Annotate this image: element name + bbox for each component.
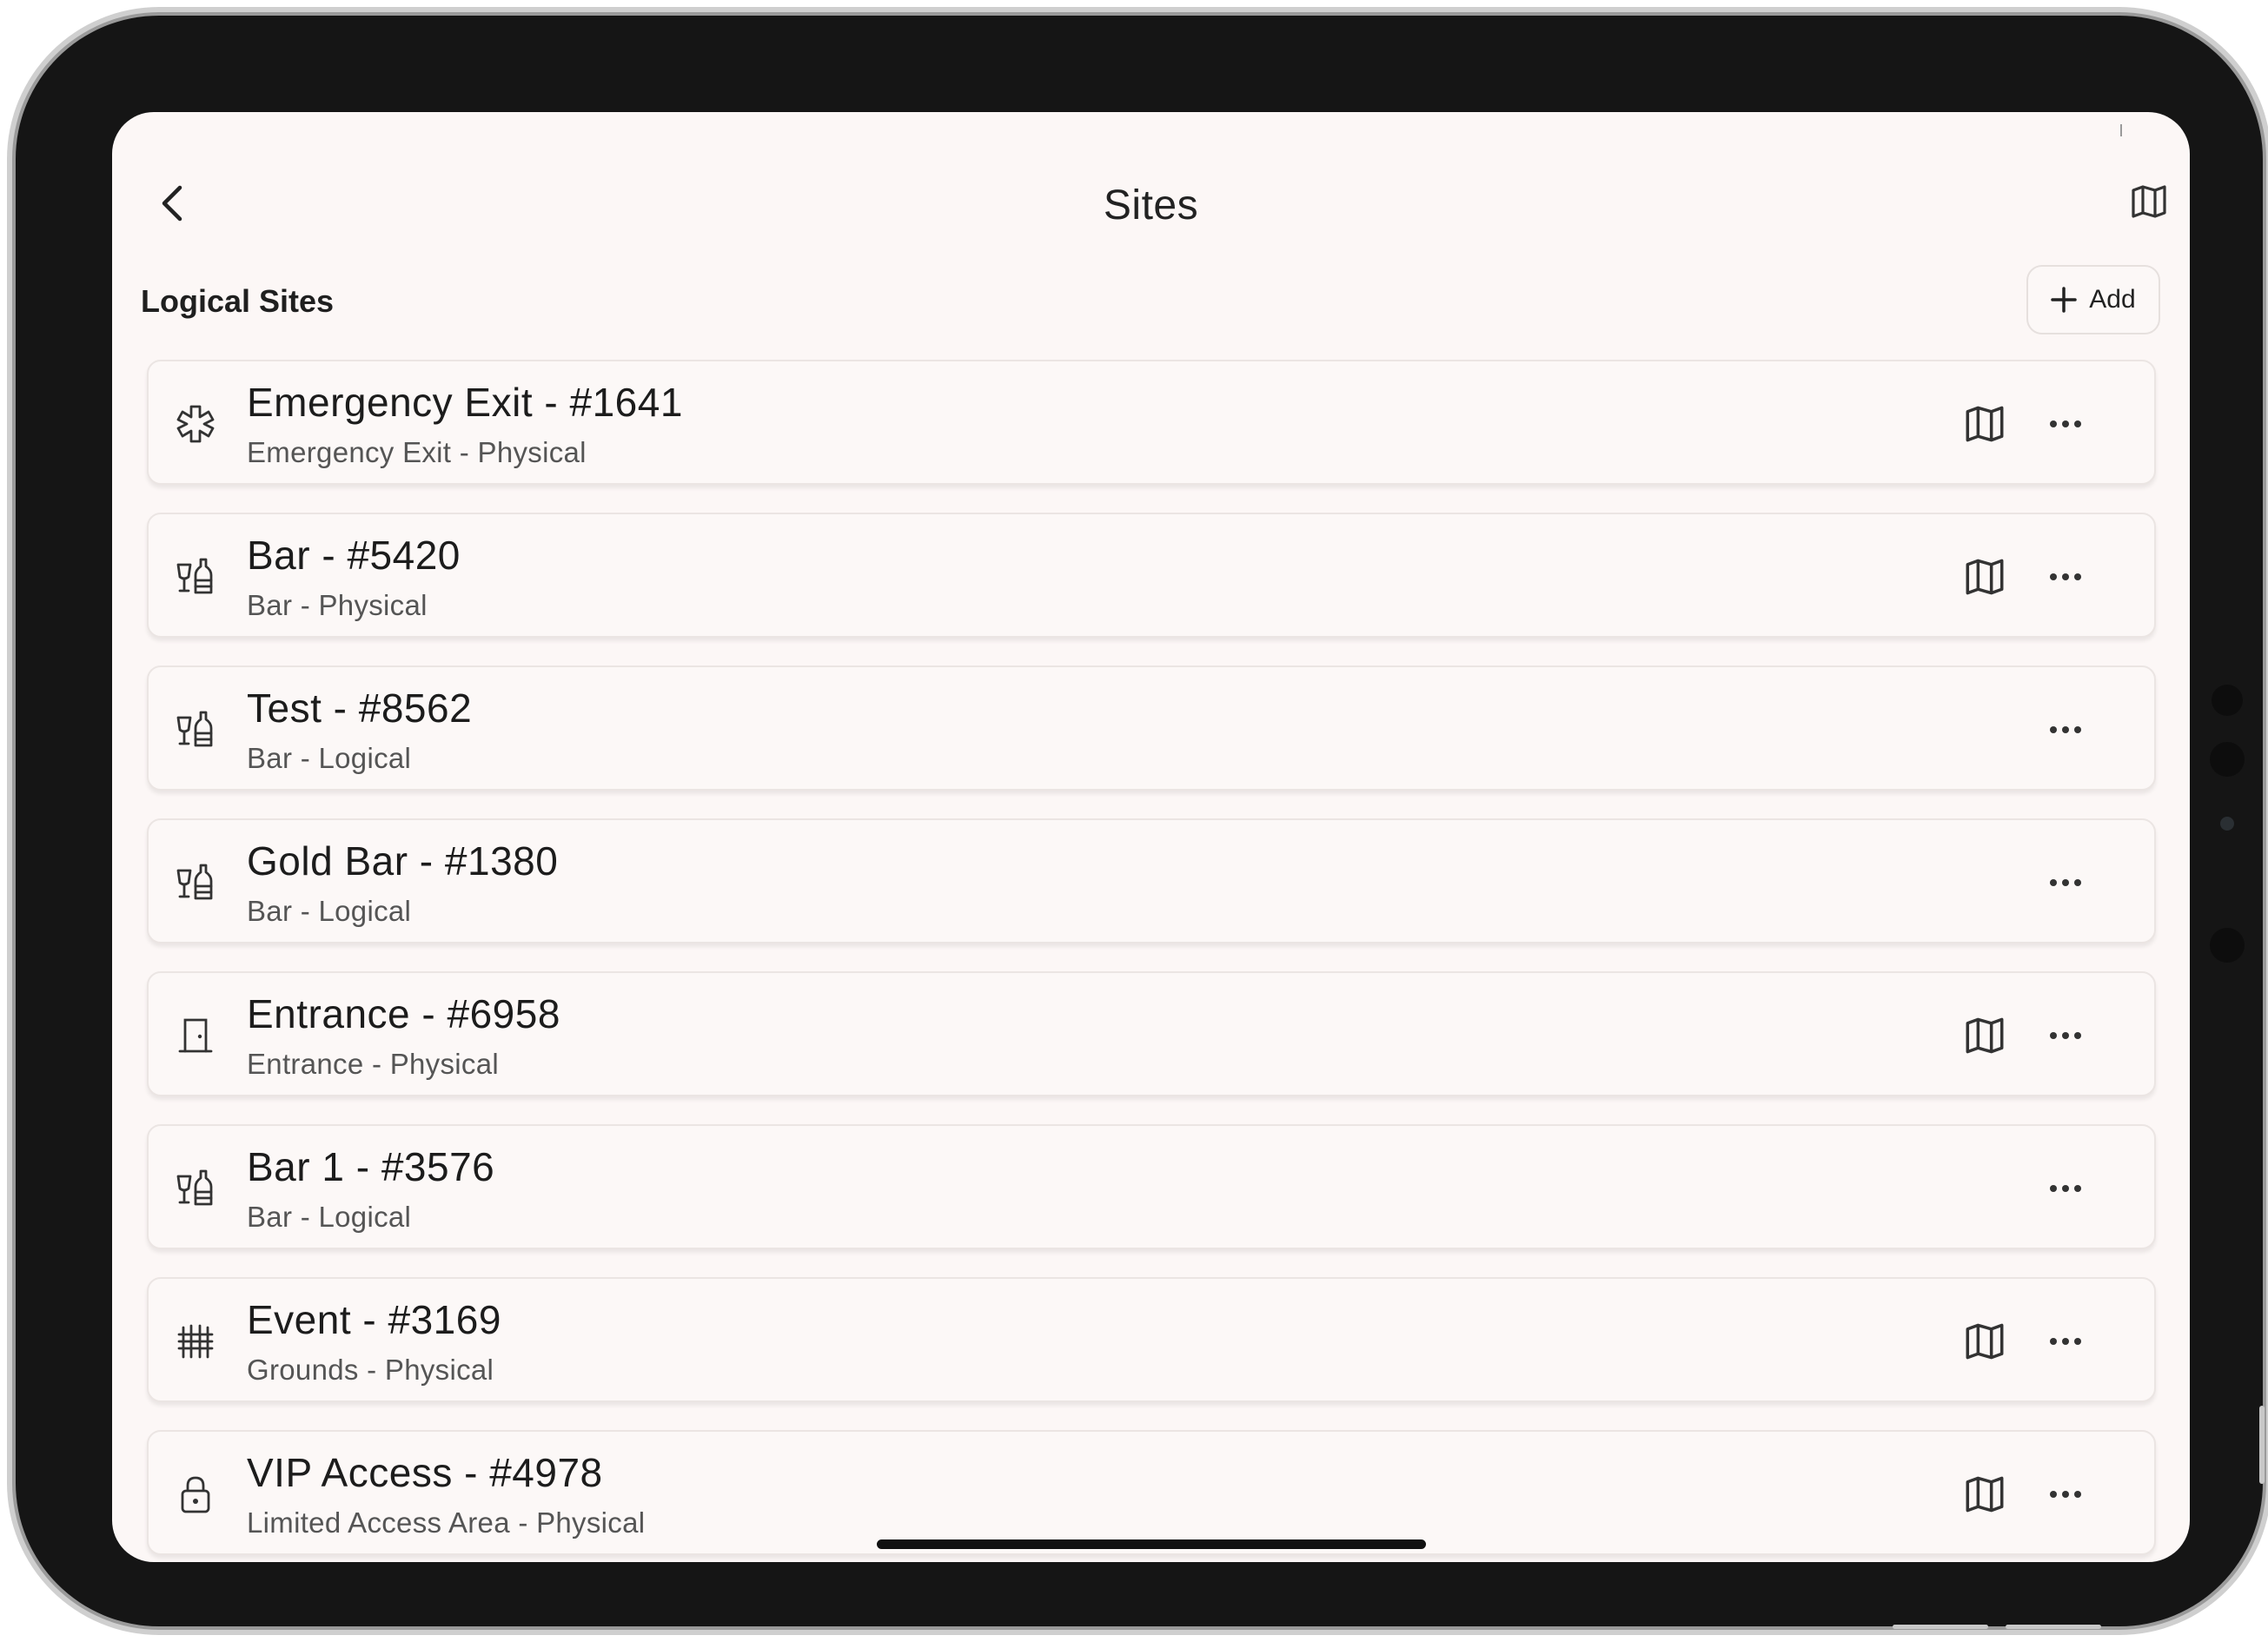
map-icon (1966, 1323, 2004, 1360)
more-horizontal-icon (2050, 1185, 2081, 1192)
site-row[interactable]: Bar 1 - #3576 Bar - Logical (147, 1124, 2156, 1249)
add-site-button[interactable]: Add (2026, 265, 2160, 334)
site-map-button[interactable] (1965, 405, 2005, 443)
plus-icon (2051, 287, 2078, 313)
tablet-frame: Sites Logical Sites Add Emergency Exit -… (16, 16, 2265, 1629)
bar-drinks-icon (175, 1168, 216, 1209)
site-map-button[interactable] (1965, 558, 2005, 596)
site-row[interactable]: Gold Bar - #1380 Bar - Logical (147, 818, 2156, 943)
site-title: Test - #8562 (247, 685, 473, 731)
site-title: Gold Bar - #1380 (247, 838, 559, 884)
site-title: Emergency Exit - #1641 (247, 380, 683, 425)
site-subtitle: Bar - Logical (247, 742, 412, 774)
site-more-button[interactable] (2045, 558, 2086, 596)
site-more-button[interactable] (2045, 405, 2086, 443)
site-row[interactable]: Emergency Exit - #1641 Emergency Exit - … (147, 360, 2156, 485)
sensor-dot (2210, 928, 2245, 963)
site-row[interactable]: VIP Access - #4978 Limited Access Area -… (147, 1430, 2156, 1555)
site-more-button[interactable] (2045, 864, 2086, 902)
site-map-button[interactable] (1965, 1016, 2005, 1055)
more-horizontal-icon (2050, 573, 2081, 580)
device-bottom-button (2006, 1625, 2101, 1629)
site-map-button[interactable] (1965, 1322, 2005, 1361)
map-icon (2132, 185, 2166, 218)
site-title: Bar - #5420 (247, 533, 461, 578)
top-bar: Sites (112, 112, 2190, 303)
site-more-button[interactable] (2045, 1016, 2086, 1055)
page-title: Sites (1103, 182, 1199, 228)
site-more-button[interactable] (2045, 711, 2086, 749)
map-icon (1966, 559, 2004, 595)
site-more-button[interactable] (2045, 1169, 2086, 1208)
site-subtitle: Bar - Logical (247, 1201, 412, 1233)
more-horizontal-icon (2050, 726, 2081, 733)
device-bottom-button (1893, 1625, 1988, 1629)
site-subtitle: Bar - Physical (247, 589, 428, 621)
sensor-dot (2212, 685, 2243, 716)
site-row[interactable]: Entrance - #6958 Entrance - Physical (147, 971, 2156, 1096)
site-row[interactable]: Bar - #5420 Bar - Physical (147, 513, 2156, 638)
camera-icon (2220, 817, 2234, 831)
site-row[interactable]: Event - #3169 Grounds - Physical (147, 1277, 2156, 1402)
door-icon (175, 1015, 216, 1056)
more-horizontal-icon (2050, 1491, 2081, 1498)
more-horizontal-icon (2050, 879, 2081, 886)
lock-icon (175, 1473, 216, 1515)
section-title: Logical Sites (141, 283, 335, 319)
site-title: Event - #3169 (247, 1297, 501, 1342)
fence-grid-icon (175, 1321, 216, 1362)
site-title: VIP Access - #4978 (247, 1450, 603, 1495)
more-horizontal-icon (2050, 1032, 2081, 1039)
map-icon (1966, 1476, 2004, 1513)
site-subtitle: Grounds - Physical (247, 1354, 494, 1386)
site-more-button[interactable] (2045, 1322, 2086, 1361)
site-title: Entrance - #6958 (247, 991, 560, 1036)
sensor-dot (2210, 742, 2245, 777)
bar-drinks-icon (175, 862, 216, 904)
bar-drinks-icon (175, 556, 216, 598)
site-subtitle: Emergency Exit - Physical (247, 436, 587, 468)
site-subtitle: Entrance - Physical (247, 1048, 499, 1080)
site-row[interactable]: Test - #8562 Bar - Logical (147, 665, 2156, 791)
device-side-button (2259, 1406, 2265, 1484)
add-button-label: Add (2089, 285, 2136, 314)
site-subtitle: Bar - Logical (247, 895, 412, 927)
more-horizontal-icon (2050, 1338, 2081, 1345)
map-icon (1966, 406, 2004, 442)
map-icon (1966, 1017, 2004, 1054)
site-more-button[interactable] (2045, 1475, 2086, 1513)
map-view-button[interactable] (2119, 171, 2179, 232)
site-subtitle: Limited Access Area - Physical (247, 1506, 646, 1539)
home-indicator[interactable] (877, 1539, 1426, 1549)
bar-drinks-icon (175, 709, 216, 751)
more-horizontal-icon (2050, 420, 2081, 427)
medical-asterisk-icon (175, 403, 216, 445)
site-map-button[interactable] (1965, 1475, 2005, 1513)
site-title: Bar 1 - #3576 (247, 1144, 495, 1189)
app-screen: Sites Logical Sites Add Emergency Exit -… (112, 112, 2190, 1562)
